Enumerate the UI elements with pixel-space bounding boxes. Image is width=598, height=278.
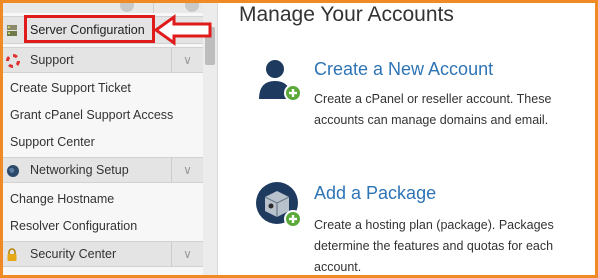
screenshot-frame: Server Configuration Support ∨ Create Su… (3, 3, 595, 275)
category-label: Security Center (30, 247, 117, 261)
lock-icon (6, 248, 18, 261)
pointer-arrow-icon (153, 14, 212, 46)
add-package-description: Create a hosting plan (package). Package… (314, 218, 554, 274)
sidebar-item-create-support-ticket[interactable]: Create Support Ticket (10, 81, 131, 95)
lifebuoy-icon (6, 54, 20, 68)
add-package-link[interactable]: Add a Package (314, 183, 436, 204)
category-support[interactable]: Support ∨ (3, 47, 203, 73)
chevron-down-icon[interactable]: ∨ (171, 158, 203, 182)
chevron-down-icon[interactable]: ∨ (171, 242, 203, 266)
category-security-center[interactable]: Security Center ∨ (3, 241, 203, 267)
top-dot-icon (120, 3, 134, 12)
main-content: Manage Your Accounts Create a New Accoun… (219, 3, 595, 275)
create-account-link[interactable]: Create a New Account (314, 59, 493, 80)
sidebar-item-support-center[interactable]: Support Center (10, 135, 95, 149)
category-label: Support (30, 53, 74, 67)
user-add-icon[interactable] (255, 55, 303, 103)
sidebar-item-change-hostname[interactable]: Change Hostname (10, 192, 114, 206)
category-label: Server Configuration (30, 23, 145, 37)
package-add-icon[interactable] (255, 181, 303, 229)
top-dot-icon (185, 3, 199, 12)
category-networking-setup[interactable]: Networking Setup ∨ (3, 157, 203, 183)
globe-icon (6, 164, 19, 177)
page-title: Manage Your Accounts (239, 3, 454, 26)
create-account-description: Create a cPanel or reseller account. The… (314, 92, 552, 127)
server-icon (6, 24, 18, 36)
sidebar-item-grant-cpanel-support-access[interactable]: Grant cPanel Support Access (10, 108, 173, 122)
top-divider (153, 3, 154, 13)
category-label: Networking Setup (30, 163, 129, 177)
sidebar-top-bar (3, 3, 203, 13)
chevron-down-icon[interactable]: ∨ (171, 48, 203, 72)
sidebar-item-resolver-configuration[interactable]: Resolver Configuration (10, 219, 137, 233)
